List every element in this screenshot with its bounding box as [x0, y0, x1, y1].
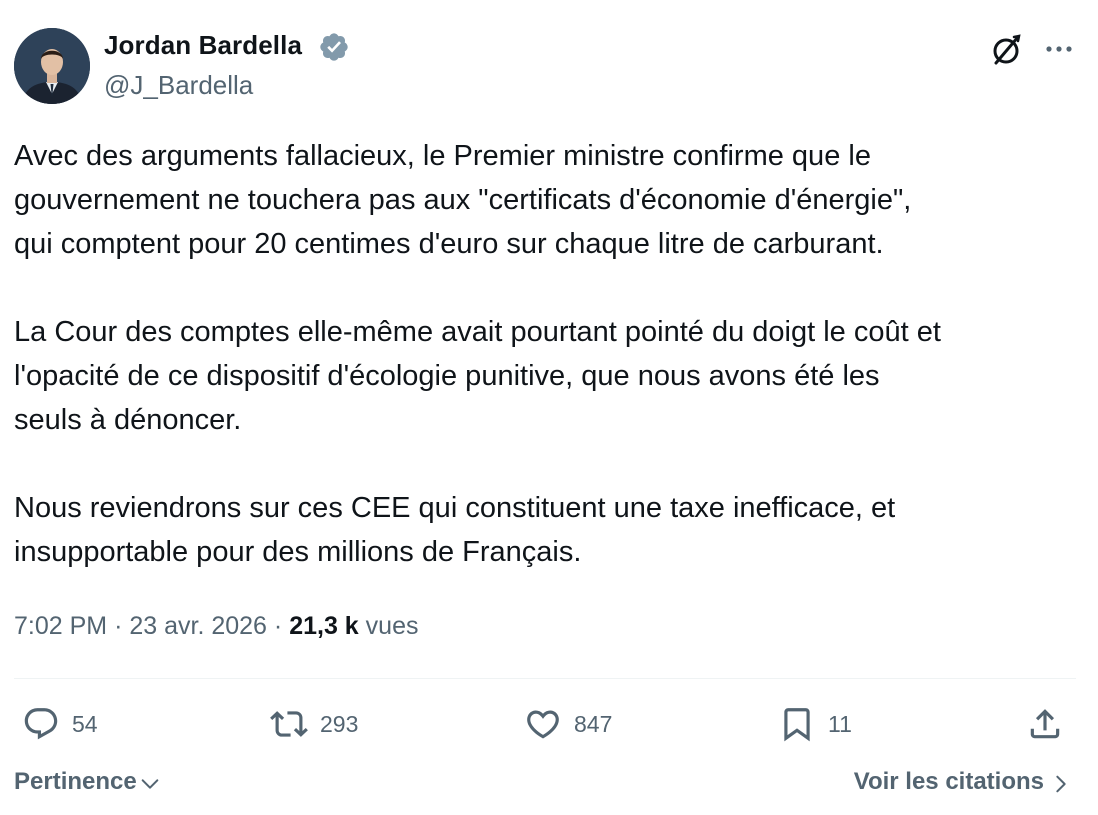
- sort-dropdown[interactable]: Pertinence: [14, 768, 161, 796]
- tweet-date[interactable]: 23 avr. 2026: [129, 612, 267, 640]
- views-count: 21,3 k: [289, 612, 359, 640]
- tweet-meta: 7:02 PM · 23 avr. 2026 · 21,3 k vues: [14, 612, 418, 641]
- tweet-paragraph: Nous reviendrons sur ces CEE qui constit…: [14, 492, 896, 568]
- meta-separator: ·: [114, 612, 123, 640]
- retweet-count: 293: [320, 710, 359, 737]
- view-quotes-link[interactable]: Voir les citations: [854, 768, 1072, 796]
- retweet-button[interactable]: 293: [270, 702, 358, 746]
- reply-count: 54: [72, 710, 98, 737]
- tweet-paragraph: Avec des arguments fallacieux, le Premie…: [14, 140, 912, 260]
- author-name[interactable]: Jordan Bardella: [104, 30, 302, 61]
- tweet: Jordan Bardella @J_Bardella Avec des arg…: [0, 0, 1098, 815]
- view-quotes-label: Voir les citations: [853, 768, 1044, 795]
- author-handle[interactable]: @J_Bardella: [104, 70, 253, 101]
- like-count: 847: [574, 710, 613, 737]
- share-icon: [1030, 709, 1060, 739]
- tweet-time[interactable]: 7:02 PM: [14, 612, 107, 640]
- share-button[interactable]: [1026, 702, 1064, 746]
- chevron-down-icon: [141, 779, 159, 789]
- heart-icon: [527, 710, 559, 739]
- retweet-icon: [270, 711, 308, 737]
- chevron-right-icon: [1056, 775, 1066, 792]
- divider: [14, 678, 1076, 679]
- reply-icon: [24, 708, 58, 740]
- bookmark-count: 11: [828, 710, 852, 737]
- avatar[interactable]: [14, 28, 90, 104]
- reply-button[interactable]: 54: [22, 702, 98, 746]
- bookmark-button[interactable]: 11: [778, 702, 852, 746]
- grok-icon[interactable]: [988, 32, 1024, 68]
- views-label: vues: [365, 612, 419, 640]
- sort-label: Pertinence: [14, 768, 137, 795]
- meta-separator: ·: [273, 612, 283, 640]
- tweet-paragraph: La Cour des comptes elle-même avait pour…: [14, 316, 941, 436]
- bookmark-icon: [784, 708, 810, 742]
- tweet-text: Avec des arguments fallacieux, le Premie…: [14, 134, 1084, 574]
- more-icon[interactable]: [1042, 34, 1076, 64]
- like-button[interactable]: 847: [524, 702, 612, 746]
- verified-badge-icon: [320, 33, 348, 61]
